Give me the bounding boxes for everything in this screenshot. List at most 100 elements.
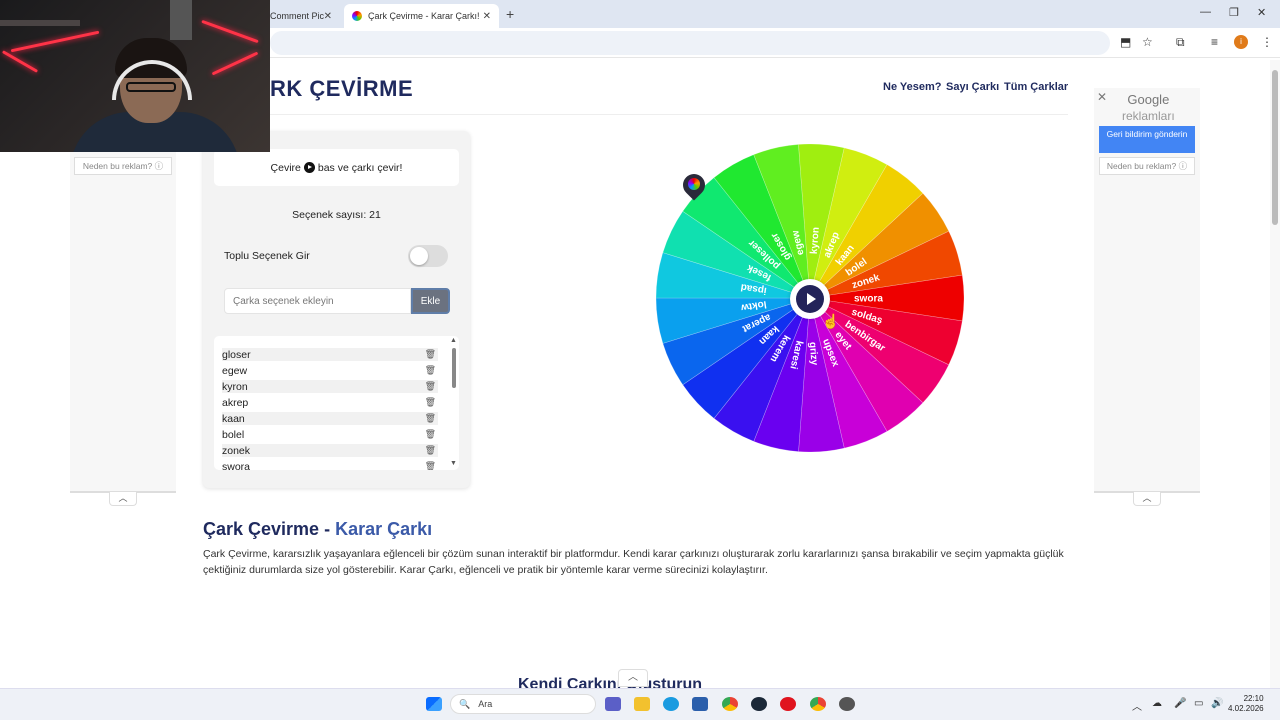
tray-chevron-icon[interactable]: ︿ bbox=[1132, 698, 1142, 713]
extensions-icon[interactable]: ⧉ bbox=[1176, 35, 1185, 50]
left-ad-collapse-button[interactable]: ︿ bbox=[109, 492, 137, 506]
tab-label: Çark Çevirme - Karar Çarkı! bbox=[368, 11, 480, 21]
trash-icon[interactable]: 🗑 bbox=[425, 413, 436, 424]
list-item: kyron 🗑 bbox=[222, 380, 438, 393]
tab-comment-picker[interactable]: Comment Pic ✕ bbox=[262, 4, 340, 28]
option-label: swora bbox=[222, 460, 251, 471]
taskbar-search[interactable]: 🔍 Ara bbox=[450, 694, 596, 714]
bookmark-star-icon[interactable]: ☆ bbox=[1142, 35, 1153, 49]
option-label: gloser bbox=[222, 348, 251, 361]
opera-icon[interactable] bbox=[780, 697, 796, 711]
option-label: akrep bbox=[222, 396, 249, 409]
nav-ne-yesem[interactable]: Ne Yesem? bbox=[883, 81, 942, 93]
trash-icon[interactable]: 🗑 bbox=[425, 445, 436, 456]
spin-instruction: Çevire bas ve çarkı çevir! bbox=[214, 149, 459, 186]
nav-sayi-carki[interactable]: Sayı Çarkı bbox=[946, 81, 999, 93]
ad-close-icon[interactable]: ✕ bbox=[1097, 90, 1107, 104]
profile-avatar[interactable]: i bbox=[1234, 35, 1248, 49]
speaker bbox=[170, 0, 192, 40]
list-item: bolel 🗑 bbox=[222, 428, 438, 441]
trash-icon[interactable]: 🗑 bbox=[425, 461, 436, 470]
mic-icon[interactable]: 🎤 bbox=[1174, 698, 1186, 709]
trash-icon[interactable]: 🗑 bbox=[425, 381, 436, 392]
clock-time: 22:10 bbox=[1243, 694, 1264, 703]
site-brand[interactable]: RK ÇEVİRME bbox=[270, 76, 413, 102]
nav-tum-carklar[interactable]: Tüm Çarklar bbox=[1004, 81, 1068, 93]
tab-close-icon[interactable]: ✕ bbox=[324, 11, 332, 22]
list-scroll-up-icon[interactable]: ▲ bbox=[450, 337, 457, 344]
wheel-segment-label: grizy bbox=[807, 342, 820, 367]
bulk-entry-toggle[interactable] bbox=[408, 245, 448, 267]
list-item: kaan 🗑 bbox=[222, 412, 438, 425]
media-icon[interactable]: ≡ bbox=[1211, 35, 1218, 49]
list-item: akrep 🗑 bbox=[222, 396, 438, 409]
network-icon[interactable]: ▭ bbox=[1194, 698, 1203, 709]
list-item: zonek 🗑 bbox=[222, 444, 438, 457]
list-scroll-down-icon[interactable]: ▼ bbox=[450, 460, 457, 467]
webcam-overlay bbox=[0, 0, 270, 152]
clock-date: 4.02.2026 bbox=[1228, 704, 1264, 713]
toggle-knob bbox=[410, 247, 428, 265]
steam-icon[interactable] bbox=[751, 697, 767, 711]
right-ad-why-button[interactable]: Neden bu reklam? ⓘ bbox=[1099, 157, 1195, 175]
search-icon: 🔍 bbox=[459, 698, 471, 709]
option-label: egew bbox=[222, 364, 248, 377]
instruction-prefix: Çevire bbox=[270, 161, 301, 174]
chrome-icon[interactable] bbox=[722, 697, 738, 711]
app-icon[interactable] bbox=[839, 697, 855, 711]
mouse-cursor-icon: ☝ bbox=[822, 313, 840, 329]
left-ad-why-button[interactable]: Neden bu reklam? ⓘ bbox=[74, 157, 172, 175]
list-item: gloser 🗑 bbox=[222, 348, 438, 361]
close-window-button[interactable]: ✕ bbox=[1257, 6, 1266, 19]
list-scrollbar-thumb[interactable] bbox=[452, 348, 456, 388]
led-strip bbox=[1, 50, 39, 73]
instruction-suffix: bas ve çarkı çevir! bbox=[317, 161, 403, 174]
chrome-active-icon[interactable] bbox=[810, 697, 826, 711]
google-ads-subtitle: reklamları bbox=[1122, 109, 1175, 123]
google-ads-title: Google bbox=[1127, 92, 1170, 107]
option-count: Seçenek sayısı: 21 bbox=[292, 209, 381, 221]
install-app-icon[interactable]: ⬒ bbox=[1120, 35, 1131, 49]
options-list[interactable]: gloser 🗑 egew 🗑 kyron 🗑 akrep 🗑 kaan 🗑 bolel 🗑… bbox=[214, 336, 459, 470]
trash-icon[interactable]: 🗑 bbox=[425, 365, 436, 376]
tab-close-icon[interactable]: ✕ bbox=[483, 11, 491, 22]
left-ad-slot bbox=[70, 152, 176, 492]
tab-cark-cevirme[interactable]: Çark Çevirme - Karar Çarkı! ✕ bbox=[344, 4, 499, 28]
google-ads-label: Google reklamları bbox=[1122, 92, 1175, 124]
start-icon[interactable] bbox=[426, 697, 442, 711]
search-label: Ara bbox=[478, 699, 493, 709]
address-field[interactable] bbox=[270, 31, 1110, 55]
pointer-logo-icon bbox=[688, 178, 700, 190]
page-scrollbar-thumb[interactable] bbox=[1272, 70, 1278, 225]
minimize-button[interactable]: — bbox=[1200, 6, 1211, 18]
store-icon[interactable] bbox=[692, 697, 708, 711]
trash-icon[interactable]: 🗑 bbox=[425, 429, 436, 440]
taskbar-clock[interactable]: 22:10 4.02.2026 bbox=[1228, 694, 1264, 714]
article-title-accent: Karar Çarkı bbox=[335, 519, 433, 539]
list-item: egew 🗑 bbox=[222, 364, 438, 377]
option-label: bolel bbox=[222, 428, 245, 441]
shelf bbox=[0, 20, 80, 26]
scroll-top-button[interactable]: ︿ bbox=[618, 669, 648, 687]
trash-icon[interactable]: 🗑 bbox=[425, 349, 436, 360]
option-label: kaan bbox=[222, 412, 245, 425]
bulk-entry-label: Toplu Seçenek Gir bbox=[224, 250, 310, 262]
add-option-button[interactable]: Ekle bbox=[411, 288, 450, 314]
edge-icon[interactable] bbox=[663, 697, 679, 711]
right-ad-collapse-button[interactable]: ︿ bbox=[1133, 492, 1161, 506]
article-body: Çark Çevirme, kararsızlık yaşayanlara eğ… bbox=[203, 548, 1064, 576]
volume-icon[interactable]: 🔊 bbox=[1211, 698, 1223, 709]
option-label: kyron bbox=[222, 380, 248, 393]
explorer-icon[interactable] bbox=[634, 697, 650, 711]
option-input[interactable] bbox=[224, 288, 411, 314]
favicon-icon bbox=[352, 11, 362, 21]
trash-icon[interactable]: 🗑 bbox=[425, 397, 436, 408]
onedrive-icon[interactable]: ☁ bbox=[1152, 698, 1162, 709]
article-title: Çark Çevirme - Karar Çarkı bbox=[203, 519, 432, 540]
teams-icon[interactable] bbox=[605, 697, 621, 711]
new-tab-button[interactable]: + bbox=[506, 6, 514, 22]
ad-feedback-button[interactable]: Geri bildirim gönderin bbox=[1099, 126, 1195, 153]
restore-button[interactable]: ❐ bbox=[1229, 6, 1239, 19]
menu-kebab-icon[interactable]: ⋮ bbox=[1261, 35, 1273, 49]
spin-play-button[interactable] bbox=[796, 285, 824, 313]
